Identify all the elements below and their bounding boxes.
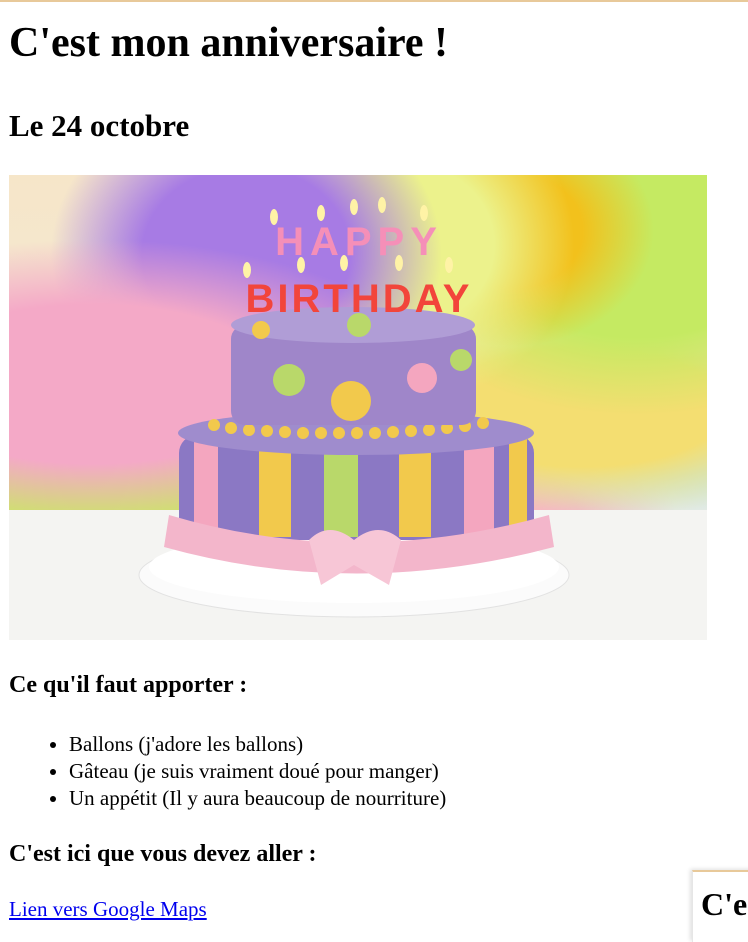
floating-preview-card[interactable]: C'est mon anniversaire ! <box>692 870 748 942</box>
list-item: Gâteau (je suis vraiment doué pour mange… <box>69 758 446 785</box>
page-title: C'est mon anniversaire ! <box>9 20 449 66</box>
list-item: Un appétit (Il y aura beaucoup de nourri… <box>69 785 446 812</box>
location-heading: C'est ici que vous devez aller : <box>9 841 317 867</box>
cake-candle-text-birthday: BIRTHDAY <box>246 277 473 321</box>
list-item: Ballons (j'adore les ballons) <box>69 731 446 758</box>
cake-illustration: HAPPY BIRTHDAY <box>9 197 707 640</box>
google-maps-link[interactable]: Lien vers Google Maps <box>9 899 207 920</box>
bring-list: Ballons (j'adore les ballons) Gâteau (je… <box>29 731 446 812</box>
birthday-cake-image: HAPPY BIRTHDAY <box>9 175 707 640</box>
bring-heading: Ce qu'il faut apporter : <box>9 672 248 698</box>
floating-card-title: C'est mon anniversaire ! <box>701 886 748 922</box>
date-heading: Le 24 octobre <box>9 108 190 143</box>
